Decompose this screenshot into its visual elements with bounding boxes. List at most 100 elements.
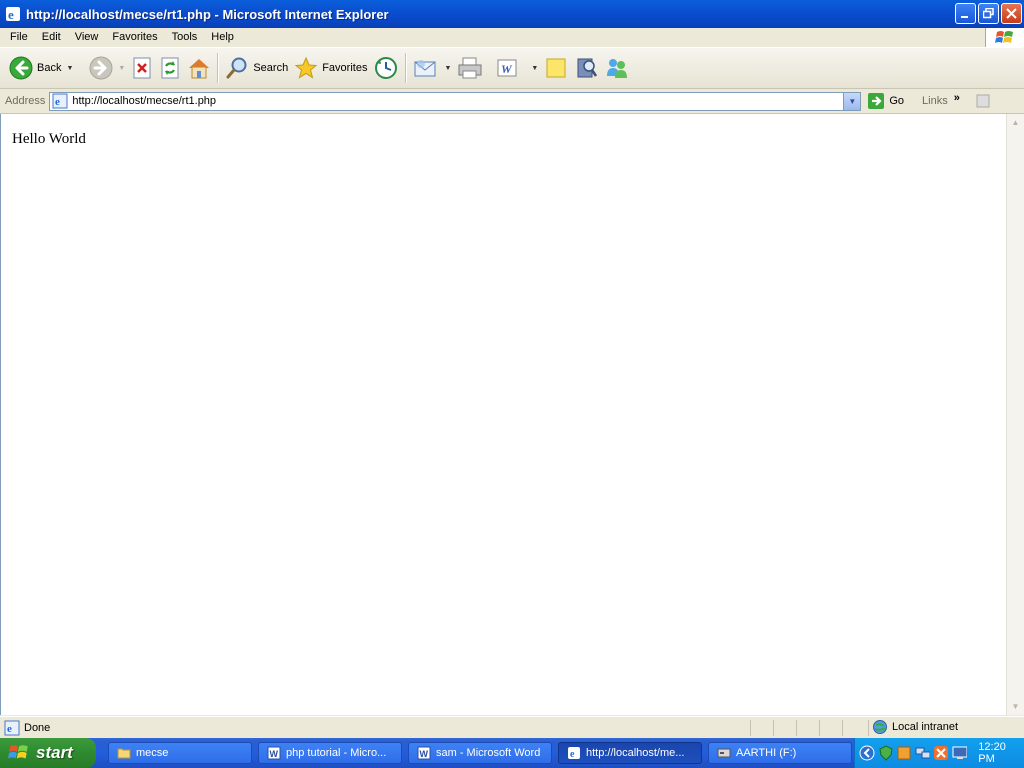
page-text: Hello World [12,131,86,147]
windows-flag-icon [8,745,28,759]
refresh-button[interactable] [156,51,184,85]
favorites-label: Favorites [322,62,368,74]
research-icon [577,58,598,78]
printer-icon [458,57,482,79]
tray-network-icon[interactable] [915,745,931,761]
address-url: http://localhost/mecse/rt1.php [72,95,217,107]
messenger-button[interactable] [601,51,633,85]
search-button[interactable]: Search [222,51,291,85]
mail-dropdown-icon[interactable]: ▼ [444,65,451,72]
restore-button[interactable] [978,3,999,24]
links-label[interactable]: Links [922,95,948,107]
stop-button[interactable] [128,51,156,85]
minimize-button[interactable] [955,3,976,24]
address-bar: Address e http://localhost/mecse/rt1.php… [0,89,1024,114]
close-icon [1006,8,1017,19]
status-bar: e Done Local intranet [0,716,1024,739]
word-icon: W [417,746,431,760]
links-extension-icon[interactable] [974,93,994,109]
favorites-button[interactable]: Favorites [291,51,370,85]
close-button[interactable] [1001,3,1022,24]
task-button-sam-word[interactable]: W sam - Microsoft Word [408,742,552,764]
menu-help[interactable]: Help [204,28,241,47]
mail-icon [414,60,436,77]
security-zone: Local intranet [892,721,959,733]
ie-icon: e [568,747,580,760]
address-label: Address [5,95,46,107]
svg-text:e: e [7,723,12,735]
refresh-icon [161,57,179,79]
task-button-aarthi-drive[interactable]: AARTHI (F:) [708,742,852,764]
tray-app-icon[interactable] [896,745,912,761]
back-label: Back [37,62,62,74]
menu-favorites[interactable]: Favorites [105,28,164,47]
clock[interactable]: 12:20 PM [978,741,1024,765]
chevron-right-icon[interactable]: » [954,92,960,104]
favorites-star-icon [294,56,318,79]
window-title: http://localhost/mecse/rt1.php - Microso… [26,6,389,22]
tray-shield-icon[interactable] [878,745,894,761]
menu-edit[interactable]: Edit [35,28,68,47]
ie-icon: e [6,7,20,22]
forward-dropdown-icon[interactable]: ▼ [118,65,125,72]
task-label: sam - Microsoft Word [436,747,541,759]
system-tray: 12:20 PM [854,738,1024,768]
vertical-scrollbar[interactable]: ▲ ▼ [1006,114,1024,715]
menu-tools[interactable]: Tools [165,28,205,47]
task-button-php-tutorial[interactable]: W php tutorial - Micro... [258,742,402,764]
research-button[interactable] [571,51,601,85]
task-label: mecse [136,747,169,759]
note-icon [546,58,566,78]
forward-arrow-icon [89,56,113,80]
tray-monitor-icon[interactable] [952,745,968,761]
address-dropdown-button[interactable]: ▼ [843,92,861,110]
task-button-ie[interactable]: e http://localhost/me... [558,742,702,764]
standard-toolbar: Back ▼ ▼ Search Favorites ▼ W ▼ [0,48,1024,89]
svg-text:e: e [8,7,14,22]
svg-text:W: W [420,749,429,759]
svg-text:e: e [570,749,575,760]
menu-bar: File Edit View Favorites Tools Help [0,28,1024,48]
search-label: Search [253,62,289,74]
mail-button[interactable]: ▼ [410,51,454,85]
history-button[interactable] [370,51,402,85]
history-icon [375,57,398,79]
discuss-button[interactable] [541,51,571,85]
start-button[interactable]: start [0,738,96,768]
chevron-down-icon: ▼ [848,96,857,106]
print-button[interactable] [454,51,486,85]
show-hidden-icons-icon[interactable] [859,745,875,761]
intranet-globe-icon [873,720,887,734]
scroll-down-icon[interactable]: ▼ [1007,698,1024,715]
edit-button[interactable]: W ▼ [492,51,541,85]
messenger-icon [607,59,628,78]
menu-file[interactable]: File [3,28,35,47]
menu-view[interactable]: View [68,28,106,47]
go-label: Go [889,95,905,107]
edit-dropdown-icon[interactable]: ▼ [531,65,538,72]
tray-xampp-icon[interactable] [933,745,949,761]
search-icon [226,57,247,79]
minimize-icon [961,16,968,18]
back-button[interactable]: Back ▼ [6,51,76,85]
scroll-up-icon[interactable]: ▲ [1007,114,1024,131]
address-input[interactable]: e http://localhost/mecse/rt1.php ▼ [49,91,862,111]
go-button[interactable]: Go [867,92,904,110]
folder-icon [117,748,131,759]
back-dropdown-icon[interactable]: ▼ [66,65,73,72]
home-button[interactable] [184,51,214,85]
task-button-mecse[interactable]: mecse [108,742,252,764]
task-label: http://localhost/me... [586,747,685,759]
task-label: AARTHI (F:) [736,747,797,759]
forward-button[interactable]: ▼ [86,51,128,85]
title-bar[interactable]: e http://localhost/mecse/rt1.php - Micro… [0,0,1024,28]
go-arrow-icon [868,93,885,109]
taskbar: start mecse W php tutorial - Micro... W … [0,738,1024,768]
web-content-area[interactable]: Hello World [0,114,1006,715]
restore-icon [983,8,994,19]
word-icon: W [267,746,281,760]
stop-icon [133,57,151,79]
back-arrow-icon [9,56,33,80]
start-label: start [36,743,73,762]
page-done-icon: e [4,720,20,736]
